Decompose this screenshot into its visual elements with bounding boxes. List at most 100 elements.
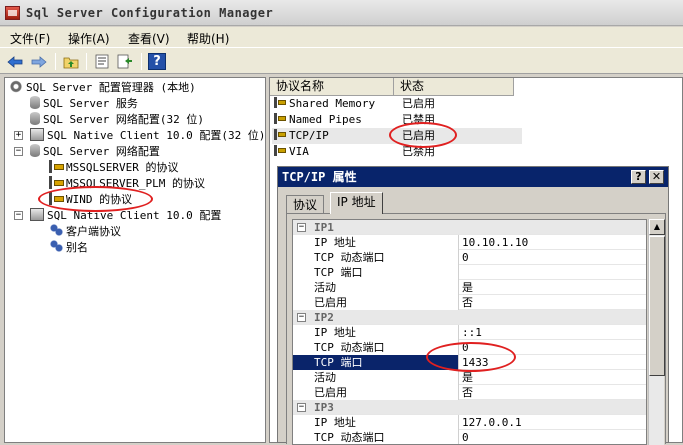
property-name: TCP 端口 [293, 265, 459, 280]
grid-row-selected[interactable]: TCP 端口 1433 [293, 355, 646, 370]
property-value[interactable]: 10.10.1.10 [459, 235, 528, 250]
property-name: TCP 动态端口 [293, 250, 459, 265]
tree-pane: SQL Server 配置管理器 (本地) SQL Server 服务 SQL … [4, 77, 266, 443]
grid-row[interactable]: TCP 动态端口 0 [293, 250, 646, 265]
tree-root[interactable]: SQL Server 配置管理器 (本地) [9, 80, 196, 96]
property-name: 已启用 [293, 385, 459, 400]
tab-protocol[interactable]: 协议 [286, 195, 325, 213]
property-value[interactable]: 是 [459, 370, 473, 385]
forward-arrow-icon[interactable] [30, 53, 48, 70]
tree-item-wind-protocols[interactable]: WIND 的协议 [49, 192, 132, 208]
column-header-status[interactable]: 状态 [394, 78, 514, 96]
menu-bar: 文件(F) 操作(A) 查看(V) 帮助(H) [0, 27, 683, 47]
tree-item-network-config-32[interactable]: SQL Server 网络配置(32 位) [30, 112, 204, 128]
section-label: IP2 [314, 311, 334, 324]
grid-row[interactable]: 已启用否 [293, 385, 646, 400]
grid-section-ip1[interactable]: − IP1 [293, 220, 646, 235]
collapse-toggle[interactable]: − [14, 211, 23, 220]
property-value[interactable]: 127.0.0.1 [459, 415, 522, 430]
grid-row[interactable]: IP 地址::1 [293, 325, 646, 340]
tree-item-network-config[interactable]: SQL Server 网络配置 [30, 144, 160, 160]
property-value[interactable]: 否 [459, 385, 473, 400]
grid-row[interactable]: IP 地址 127.0.0.1 [293, 415, 646, 430]
tree-label: SQL Native Client 10.0 配置(32 位) [47, 129, 266, 142]
grid-row[interactable]: TCP 端口 [293, 265, 646, 280]
expand-toggle[interactable]: + [14, 131, 23, 140]
export-list-icon[interactable] [116, 53, 134, 70]
tree-item-native-client-32[interactable]: SQL Native Client 10.0 配置(32 位) [30, 128, 265, 144]
protocol-row-tcpip[interactable]: TCP/IP [274, 128, 329, 144]
dialog-title: TCP/IP 属性 [278, 167, 668, 187]
grid-scrollbar[interactable]: ▲ [648, 219, 665, 445]
dialog-help-button[interactable]: ? [631, 170, 646, 184]
property-name: 活动 [293, 370, 459, 385]
back-arrow-icon[interactable] [6, 53, 24, 70]
dialog-close-button[interactable]: ✕ [649, 170, 664, 184]
protocol-name: Shared Memory [289, 97, 376, 110]
toolbar: ? [0, 47, 683, 74]
scroll-thumb[interactable] [649, 236, 665, 376]
grid-row[interactable]: TCP 动态端口 0 [293, 340, 646, 355]
tree-label: SQL Server 网络配置 [43, 145, 160, 158]
tree-item-mssqlserver-plm-protocols[interactable]: MSSQLSERVER_PLM 的协议 [49, 176, 205, 192]
grid-row[interactable]: 活动是 [293, 370, 646, 385]
client-protocol-icon [49, 224, 63, 237]
help-icon[interactable]: ? [148, 53, 166, 70]
menu-view[interactable]: 查看(V) [128, 30, 170, 47]
property-name: IP 地址 [293, 235, 459, 250]
tcpip-properties-dialog: TCP/IP 属性 ? ✕ 协议 IP 地址 − IP1 IP 地址 10.10.1… [277, 166, 669, 445]
properties-icon[interactable] [93, 53, 111, 70]
property-value[interactable]: ::1 [459, 325, 482, 340]
column-header-protocol-name[interactable]: 协议名称 [270, 78, 394, 96]
tab-ip-address[interactable]: IP 地址 [330, 192, 383, 214]
scroll-up-icon[interactable]: ▲ [649, 219, 665, 235]
property-value[interactable]: 0 [459, 250, 469, 265]
tree-item-services[interactable]: SQL Server 服务 [30, 96, 138, 112]
dialog-title-text: TCP/IP 属性 [282, 170, 357, 184]
tree-label: MSSQLSERVER_PLM 的协议 [66, 177, 205, 190]
protocol-icon [49, 160, 64, 173]
tree-item-client-protocols[interactable]: 客户端协议 [49, 224, 121, 240]
property-name: 已启用 [293, 295, 459, 310]
property-value[interactable]: 是 [459, 280, 473, 295]
property-value[interactable]: 否 [459, 295, 473, 310]
window-title: Sql Server Configuration Manager [26, 6, 274, 20]
server-config-icon [9, 80, 23, 93]
tree-item-native-client[interactable]: SQL Native Client 10.0 配置 [30, 208, 221, 224]
protocol-row-via[interactable]: VIA [274, 144, 309, 160]
protocol-icon [274, 145, 286, 156]
ip-property-grid: − IP1 IP 地址 10.10.1.10 TCP 动态端口 0 TCP 端口 活动… [292, 219, 647, 445]
menu-action[interactable]: 操作(A) [68, 30, 110, 47]
menu-file[interactable]: 文件(F) [10, 30, 50, 47]
up-folder-icon[interactable] [62, 53, 80, 70]
grid-row[interactable]: IP 地址 10.10.1.10 [293, 235, 646, 250]
client-config-icon [30, 128, 44, 141]
tree-item-mssqlserver-protocols[interactable]: MSSQLSERVER 的协议 [49, 160, 178, 176]
tcp-port-input[interactable]: 1433 [459, 355, 489, 370]
property-value[interactable] [459, 265, 462, 280]
network-config-icon [30, 112, 40, 125]
protocol-icon [49, 192, 64, 205]
protocol-icon [49, 176, 64, 189]
tree-label: WIND 的协议 [66, 193, 133, 206]
protocol-status: 已启用 [402, 129, 435, 142]
grid-row[interactable]: 已启用否 [293, 295, 646, 310]
collapse-toggle[interactable]: − [14, 147, 23, 156]
protocol-row-shared-memory[interactable]: Shared Memory [274, 96, 375, 112]
tree-item-aliases[interactable]: 别名 [49, 240, 88, 256]
tree-label: 别名 [66, 241, 88, 254]
grid-row[interactable]: 活动是 [293, 280, 646, 295]
tree-label: 客户端协议 [66, 225, 121, 238]
grid-section-ip2[interactable]: − IP2 [293, 310, 646, 325]
property-value[interactable]: 0 [459, 340, 469, 355]
menu-help[interactable]: 帮助(H) [187, 30, 229, 47]
tree-label: SQL Server 配置管理器 (本地) [26, 81, 196, 94]
grid-section-ip3[interactable]: − IP3 [293, 400, 646, 415]
tree-label: SQL Server 服务 [43, 97, 138, 110]
property-name: IP 地址 [293, 325, 459, 340]
network-config-icon [30, 144, 40, 157]
protocol-name: Named Pipes [289, 113, 362, 126]
property-name: 活动 [293, 280, 459, 295]
protocol-row-named-pipes[interactable]: Named Pipes [274, 112, 362, 128]
ip-address-panel: − IP1 IP 地址 10.10.1.10 TCP 动态端口 0 TCP 端口 活动… [286, 213, 666, 445]
